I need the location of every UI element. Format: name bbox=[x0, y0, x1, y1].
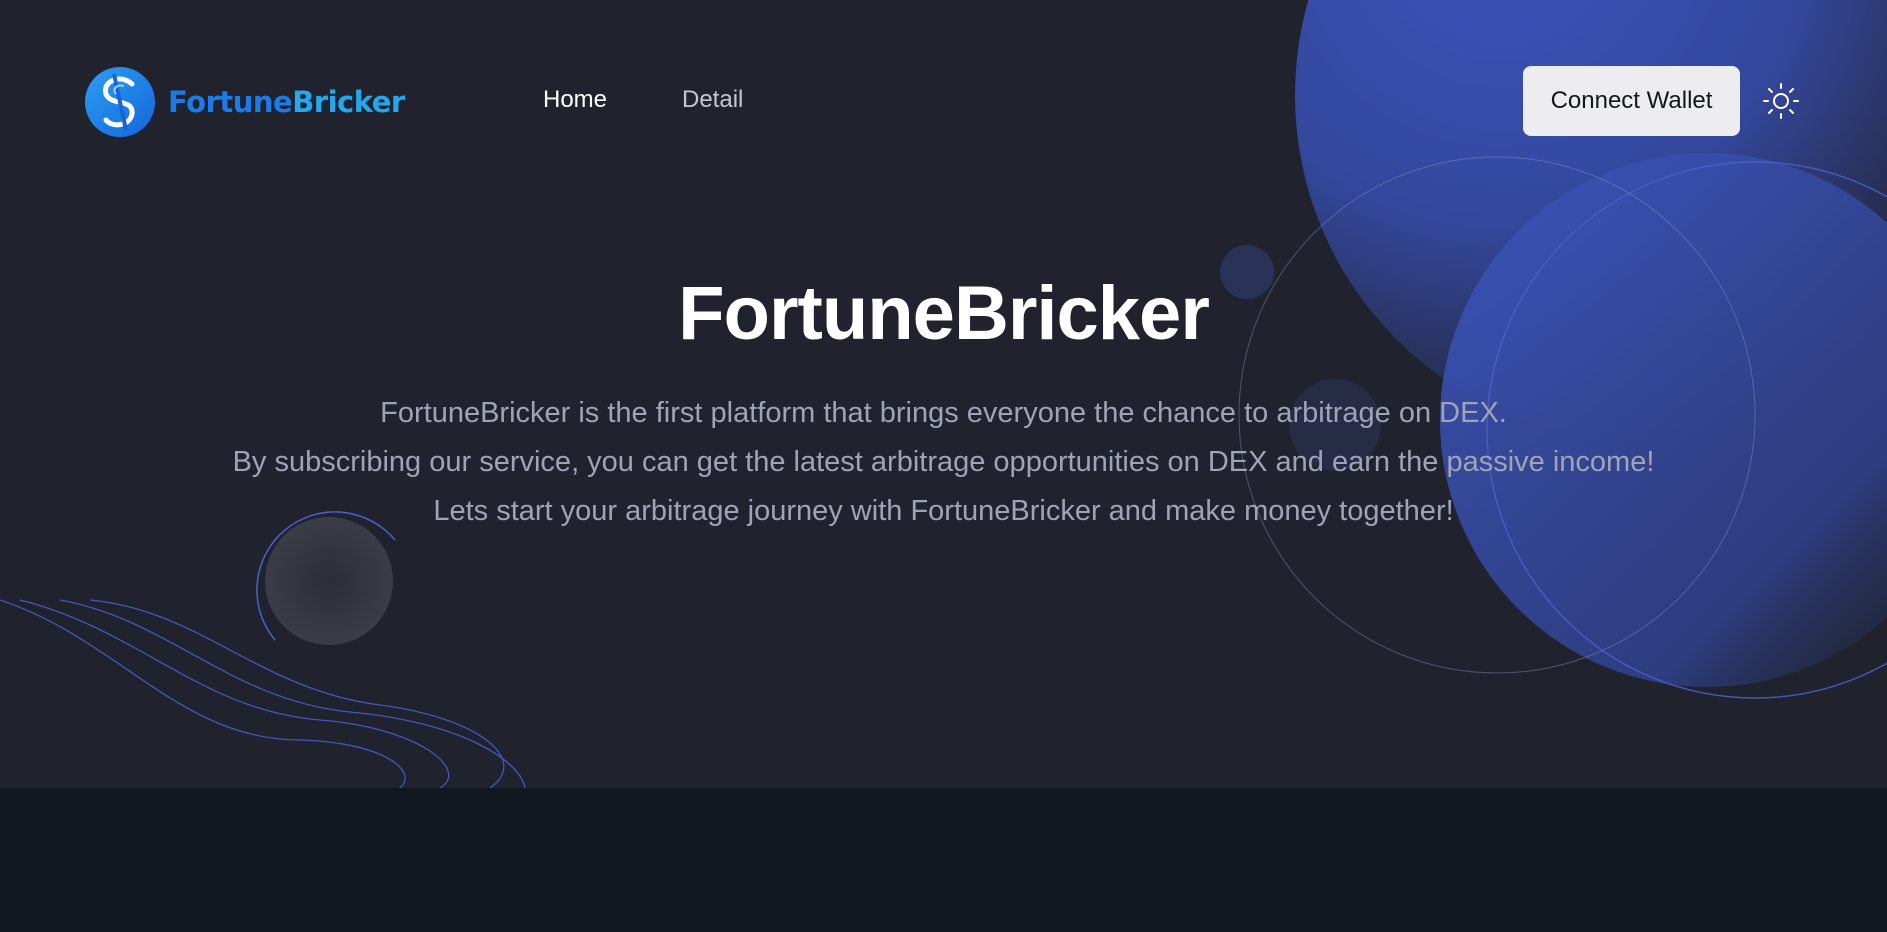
connect-wallet-button[interactable]: Connect Wallet bbox=[1523, 66, 1740, 136]
hero-line-2: By subscribing our service, you can get … bbox=[232, 446, 1655, 478]
wave-lines bbox=[0, 599, 526, 788]
hero-section: FortuneBricker Home Detail Connect Walle… bbox=[0, 0, 1887, 788]
nav-link-home[interactable]: Home bbox=[543, 86, 607, 114]
lower-section bbox=[0, 788, 1887, 932]
brand-name: FortuneBricker bbox=[168, 85, 405, 119]
hero-title: FortuneBricker bbox=[678, 271, 1210, 356]
hero-description: FortuneBricker is the first platform tha… bbox=[0, 389, 1887, 536]
navbar: FortuneBricker Home Detail Connect Walle… bbox=[0, 0, 1887, 200]
hero-line-3: Lets start your arbitrage journey with F… bbox=[433, 495, 1454, 527]
dollar-swirl-logo-icon bbox=[85, 67, 155, 137]
sun-icon[interactable] bbox=[1762, 82, 1800, 120]
nav-link-detail[interactable]: Detail bbox=[682, 86, 743, 114]
hero-line-1: FortuneBricker is the first platform tha… bbox=[380, 397, 1507, 429]
brand-logo[interactable]: FortuneBricker bbox=[84, 66, 405, 138]
gray-ball bbox=[265, 517, 393, 645]
